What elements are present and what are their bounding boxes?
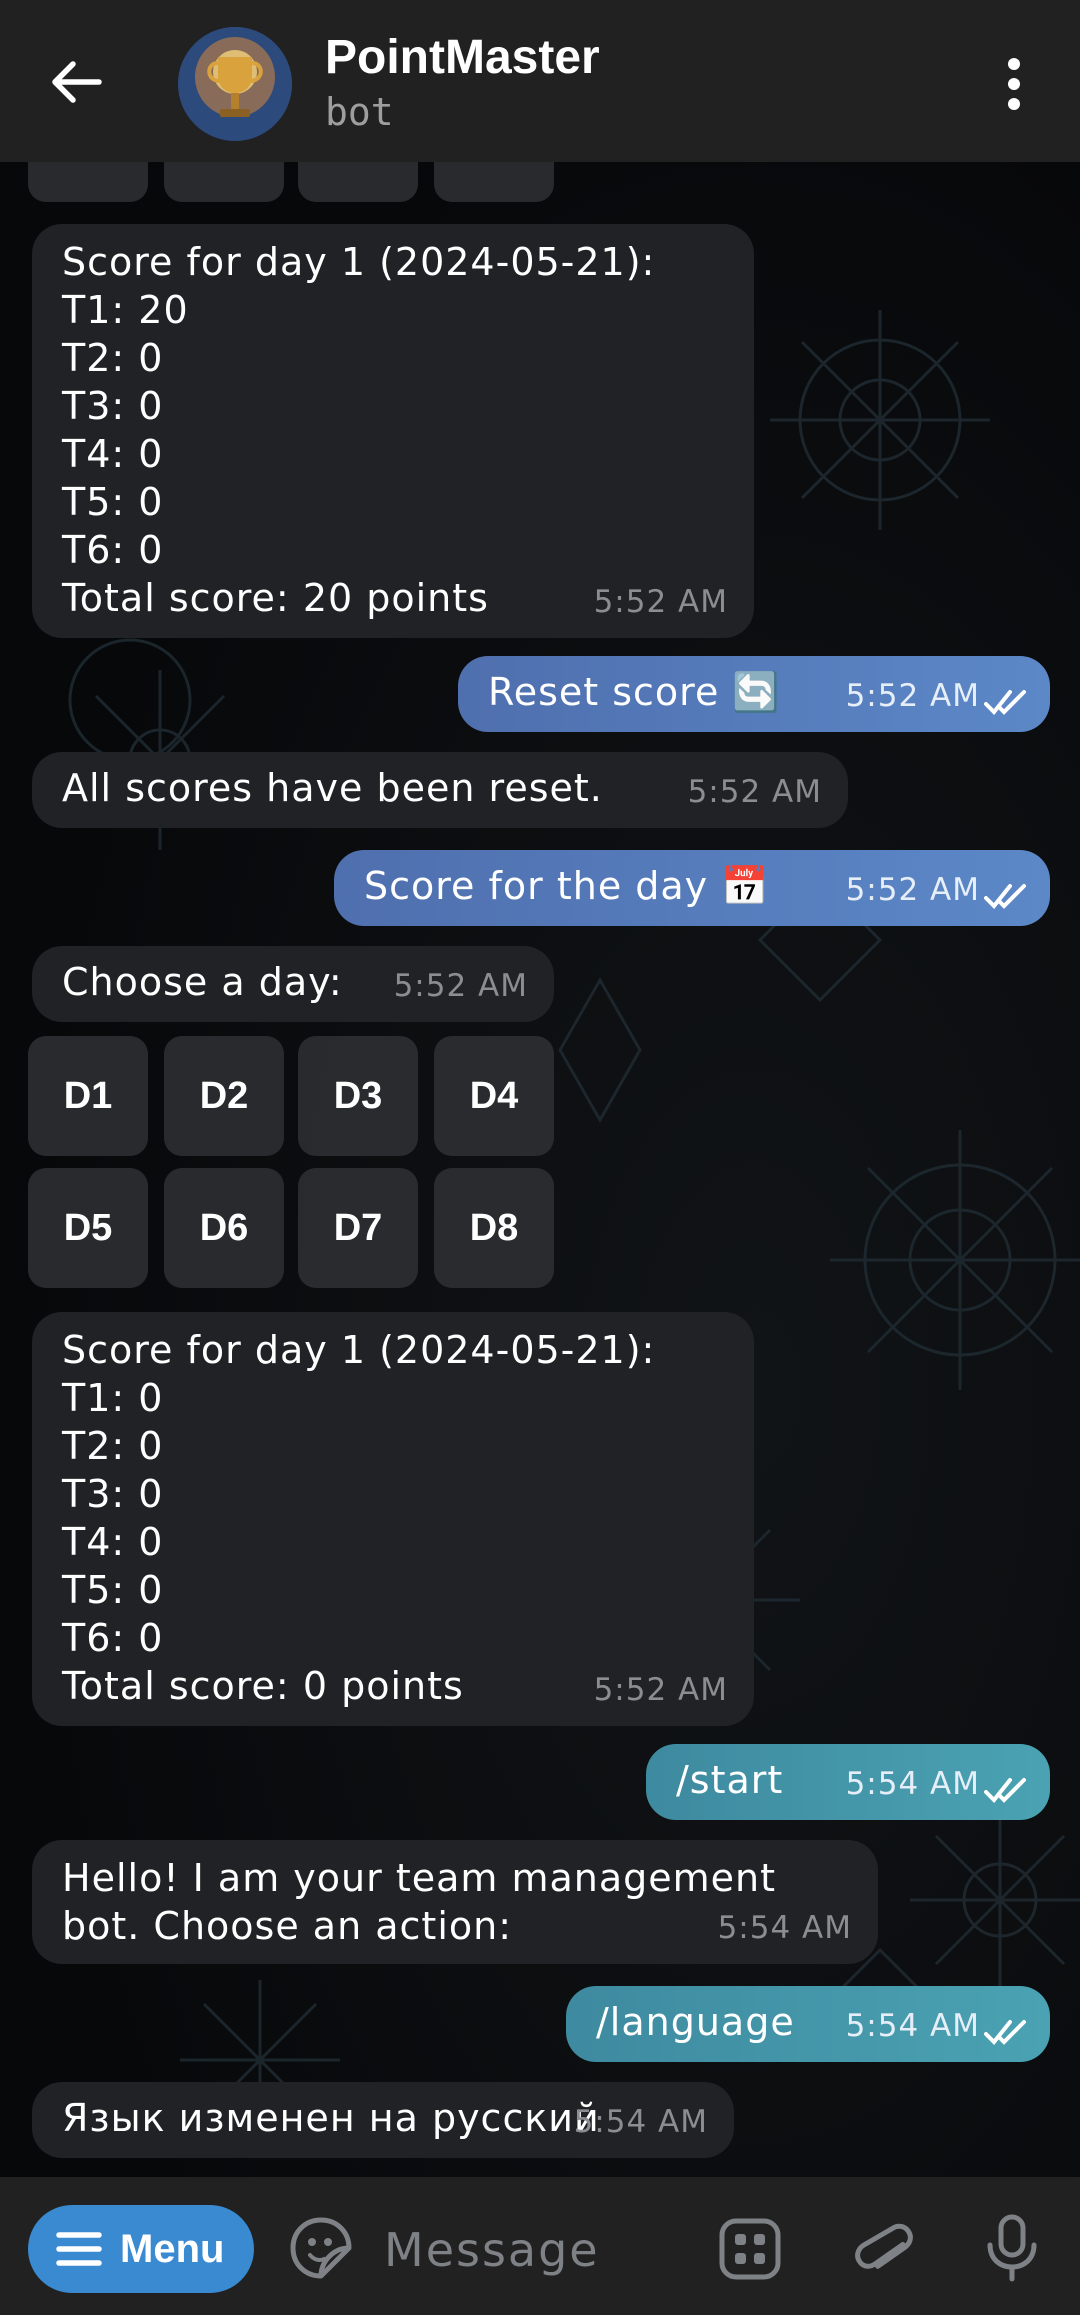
message-time: 5:52 AM bbox=[845, 678, 980, 714]
chat-header: PointMaster bot bbox=[0, 0, 1080, 162]
hamburger-icon bbox=[56, 2232, 102, 2266]
day-button-d1[interactable]: D1 bbox=[28, 1036, 148, 1156]
page-title[interactable]: PointMaster bbox=[325, 30, 600, 85]
more-button[interactable] bbox=[990, 54, 1038, 114]
message-text: Score for day 1 (2024-05-21): T1: 0 T2: … bbox=[62, 1328, 656, 1708]
day-button-d2[interactable]: D2 bbox=[164, 1036, 284, 1156]
double-check-icon bbox=[984, 884, 1026, 909]
menu-label: Menu bbox=[120, 2226, 225, 2271]
message-outgoing[interactable]: Score for the day 📅 5:52 AM bbox=[334, 850, 1050, 926]
more-vertical-icon bbox=[1008, 58, 1020, 110]
menu-button[interactable]: Menu bbox=[28, 2205, 254, 2293]
message-time: 5:54 AM bbox=[845, 2008, 980, 2044]
message-time: 5:54 AM bbox=[573, 2104, 708, 2140]
keyboard-button-partial[interactable] bbox=[298, 162, 418, 202]
day-button-d5[interactable]: D5 bbox=[28, 1168, 148, 1288]
sticker-icon bbox=[290, 2217, 352, 2279]
day-button-d3[interactable]: D3 bbox=[298, 1036, 418, 1156]
apps-grid-icon bbox=[719, 2218, 781, 2280]
arrow-left-icon bbox=[52, 61, 102, 103]
keyboard-button-partial[interactable] bbox=[434, 162, 554, 202]
day-button-d8[interactable]: D8 bbox=[434, 1168, 554, 1288]
microphone-button[interactable] bbox=[982, 2213, 1042, 2283]
day-button-d6[interactable]: D6 bbox=[164, 1168, 284, 1288]
composer-bar: Menu bbox=[0, 2177, 1080, 2315]
message-time: 5:52 AM bbox=[393, 968, 528, 1004]
apps-button[interactable] bbox=[718, 2217, 782, 2281]
double-check-icon bbox=[984, 1778, 1026, 1803]
message-time: 5:52 AM bbox=[593, 584, 728, 620]
double-check-icon bbox=[984, 2020, 1026, 2045]
message-incoming[interactable]: All scores have been reset. 5:52 AM bbox=[32, 752, 848, 828]
message-time: 5:54 AM bbox=[717, 1910, 852, 1946]
message-list[interactable]: Score for day 1 (2024-05-21): T1: 20 T2:… bbox=[0, 162, 1080, 2177]
message-outgoing[interactable]: /start 5:54 AM bbox=[646, 1744, 1050, 1820]
message-time: 5:52 AM bbox=[845, 872, 980, 908]
microphone-icon bbox=[987, 2214, 1037, 2282]
avatar[interactable] bbox=[178, 27, 292, 141]
message-time: 5:54 AM bbox=[845, 1766, 980, 1802]
message-incoming[interactable]: Choose a day: 5:52 AM bbox=[32, 946, 554, 1022]
day-button-d4[interactable]: D4 bbox=[434, 1036, 554, 1156]
paperclip-icon bbox=[855, 2223, 913, 2269]
sticker-button[interactable] bbox=[288, 2215, 354, 2281]
message-outgoing[interactable]: Reset score 🔄 5:52 AM bbox=[458, 656, 1050, 732]
message-incoming[interactable]: Hello! I am your team management bot. Ch… bbox=[32, 1840, 878, 1964]
message-text: Score for day 1 (2024-05-21): T1: 20 T2:… bbox=[62, 240, 656, 620]
message-incoming[interactable]: Язык изменен на русский 5:54 AM bbox=[32, 2082, 734, 2158]
chat-subtitle: bot bbox=[325, 90, 394, 134]
message-incoming[interactable]: Score for day 1 (2024-05-21): T1: 0 T2: … bbox=[32, 1312, 754, 1726]
message-time: 5:52 AM bbox=[593, 1672, 728, 1708]
keyboard-button-partial[interactable] bbox=[28, 162, 148, 202]
message-input[interactable] bbox=[384, 2215, 684, 2285]
back-button[interactable] bbox=[42, 52, 112, 112]
trophy-icon bbox=[178, 27, 292, 141]
day-button-d7[interactable]: D7 bbox=[298, 1168, 418, 1288]
keyboard-button-partial[interactable] bbox=[164, 162, 284, 202]
message-time: 5:52 AM bbox=[687, 774, 822, 810]
message-incoming[interactable]: Score for day 1 (2024-05-21): T1: 20 T2:… bbox=[32, 224, 754, 638]
double-check-icon bbox=[984, 690, 1026, 715]
message-outgoing[interactable]: /language 5:54 AM bbox=[566, 1986, 1050, 2062]
attach-button[interactable] bbox=[850, 2215, 916, 2281]
